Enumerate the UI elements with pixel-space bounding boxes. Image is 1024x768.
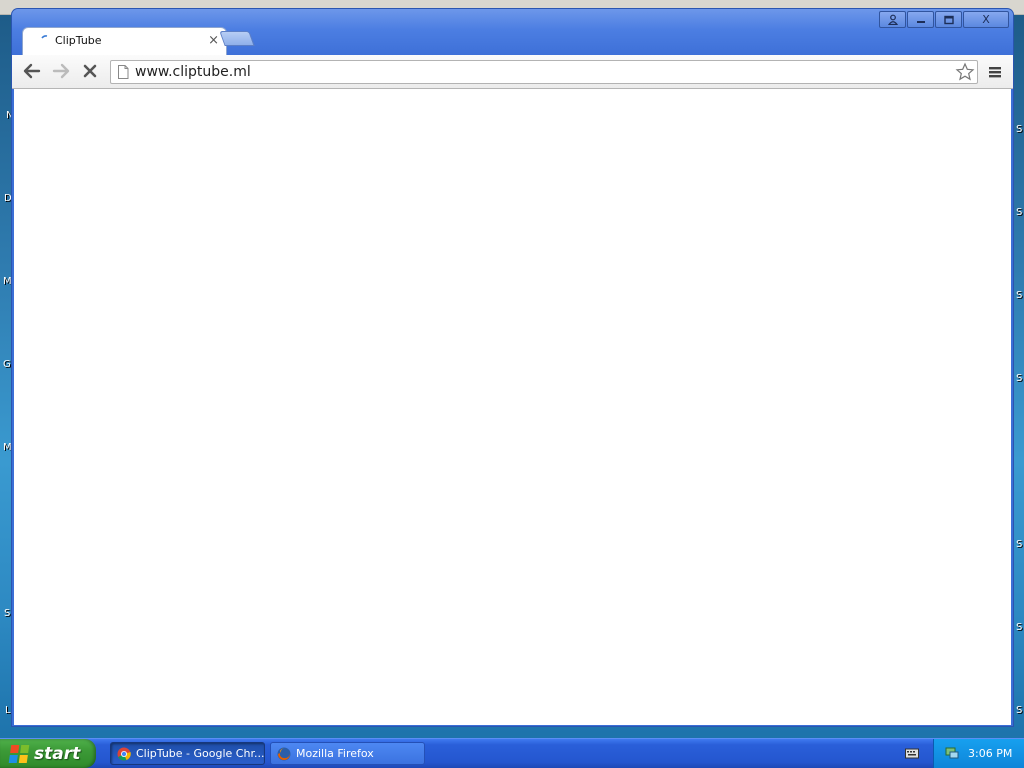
page-content[interactable] (14, 89, 1011, 725)
taskbar-item-chrome[interactable]: ClipTube - Google Chr... (110, 742, 265, 765)
bookmark-star-icon[interactable] (955, 62, 975, 82)
tab-title: ClipTube (55, 34, 102, 47)
minimize-icon (916, 20, 925, 23)
start-button[interactable]: start (0, 739, 96, 768)
address-bar[interactable]: www.cliptube.ml (110, 60, 978, 84)
window-controls: X (879, 11, 1009, 28)
desktop-icon-label[interactable]: S (1016, 207, 1022, 218)
hamburger-menu-icon (989, 67, 1001, 78)
tab-close-icon[interactable]: × (208, 33, 219, 48)
desktop-icon-label[interactable]: S (1016, 622, 1022, 633)
clock[interactable]: 3:06 PM (968, 747, 1012, 760)
desktop-icon-label[interactable]: G (3, 359, 11, 370)
tab-cliptube[interactable]: ClipTube × (22, 27, 227, 55)
maximize-icon (943, 15, 954, 24)
back-arrow-icon (23, 63, 41, 79)
stop-button[interactable] (77, 59, 103, 83)
url-text[interactable]: www.cliptube.ml (135, 64, 251, 80)
desktop-icon-label[interactable]: S (4, 608, 10, 619)
maximize-button[interactable] (935, 11, 962, 28)
stop-x-icon (83, 64, 97, 78)
close-icon: X (982, 13, 990, 26)
loading-spinner-icon (41, 35, 48, 39)
taskbar-item-firefox[interactable]: Mozilla Firefox (270, 742, 425, 765)
browser-toolbar: www.cliptube.ml (12, 55, 1013, 89)
taskbar-item-label: ClipTube - Google Chr... (136, 747, 265, 760)
person-icon (887, 14, 898, 25)
desktop-icon-label[interactable]: L (5, 705, 11, 716)
desktop-icon-label[interactable]: D (4, 193, 12, 204)
page-icon (118, 65, 129, 79)
desktop-icon-label[interactable]: S (1016, 373, 1022, 384)
close-button[interactable]: X (963, 11, 1009, 28)
chrome-icon (117, 747, 131, 761)
system-tray: 3:06 PM (933, 739, 1024, 768)
window-titlebar[interactable]: ClipTube × X (12, 9, 1013, 55)
taskbar-item-label: Mozilla Firefox (296, 747, 374, 760)
forward-button[interactable] (48, 59, 74, 83)
desktop-icon-label[interactable]: S (1016, 539, 1022, 550)
chrome-window: ClipTube × X www.cliptube.ml (12, 9, 1013, 726)
back-button[interactable] (19, 59, 45, 83)
chrome-menu-button[interactable] (983, 60, 1007, 84)
forward-arrow-icon (52, 63, 70, 79)
desktop-icon-label[interactable]: M (3, 276, 12, 287)
desktop-icon-label[interactable]: S (1016, 124, 1022, 135)
windows-logo-icon (8, 744, 30, 763)
taskbar: start ClipTube - Google Chr... Mozilla F… (0, 738, 1024, 768)
desktop-icon-label[interactable]: S (1016, 705, 1022, 716)
keyboard-icon[interactable] (905, 747, 919, 759)
desktop-icon-label[interactable]: M (3, 442, 12, 453)
start-label: start (34, 743, 81, 764)
desktop-icon-label[interactable]: S (1016, 290, 1022, 301)
minimize-button[interactable] (907, 11, 934, 28)
network-icon[interactable] (944, 745, 960, 761)
profile-button[interactable] (879, 11, 906, 28)
firefox-icon (277, 747, 291, 760)
new-tab-button[interactable] (219, 31, 255, 46)
